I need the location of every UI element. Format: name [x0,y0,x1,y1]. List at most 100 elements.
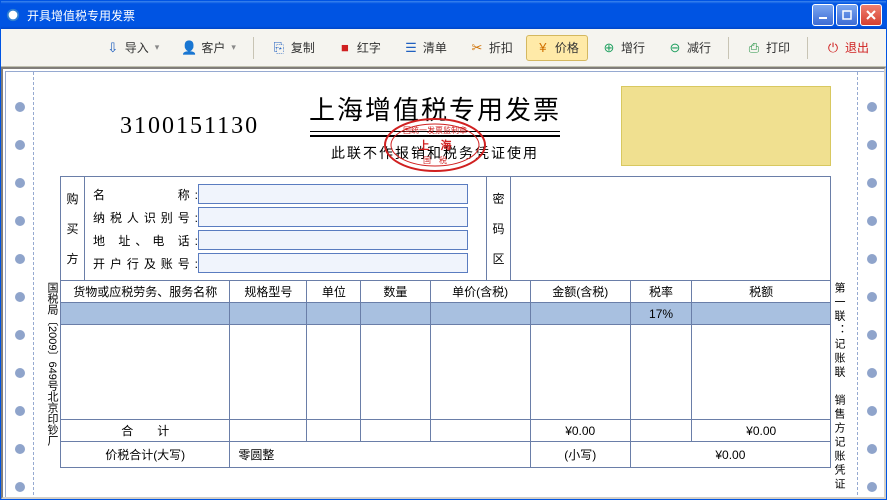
buyer-section: 购买方 名 称: 纳税人识别号: 地 址、电 话: 开户行及账号: 密码区 [60,176,831,281]
buyer-taxid-input[interactable] [198,207,468,227]
yellow-stamp-area [621,86,831,166]
window-title: 开具增值税专用发票 [27,7,812,24]
list-icon: ☰ [403,40,419,56]
buyer-section-label: 购买方 [61,177,85,280]
copy-label: 复制 [291,39,315,56]
header-center: 上海增值税专用发票 此联不作报销和税务凭证使用 国统一发票监制章 上 海 国 税 [259,90,611,163]
cell-spec[interactable] [230,303,307,325]
maximize-button[interactable] [836,4,858,26]
window-buttons [812,4,882,26]
print-button[interactable]: ⎙打印 [737,35,799,61]
cell-amount[interactable] [530,303,630,325]
close-button[interactable] [860,4,882,26]
addrow-button[interactable]: ⊕增行 [592,35,654,61]
separator [253,37,254,59]
table-blank-area[interactable] [61,325,831,420]
cell-name[interactable] [61,303,230,325]
list-button[interactable]: ☰清单 [394,35,456,61]
chevron-down-icon: ▾ [231,42,236,53]
exit-label: 退出 [845,39,869,56]
sprocket-right [857,72,885,499]
th-price: 单价(含税) [430,281,530,303]
cell-rate[interactable]: 17% [630,303,692,325]
table-capital-row: 价税合计(大写) 零圆整 (小写) ¥0.00 [61,442,831,468]
price-label: 价格 [555,39,579,56]
password-section-label: 密码区 [486,177,510,280]
buyer-bank-input[interactable] [198,253,468,273]
exit-button[interactable]: ⏻退出 [816,35,878,61]
delrow-icon: ⊖ [667,40,683,56]
red-label: 红字 [357,39,381,56]
items-table: 货物或应税劳务、服务名称 规格型号 单位 数量 单价(含税) 金额(含税) 税率… [60,280,831,468]
list-label: 清单 [423,39,447,56]
small-value: ¥0.00 [630,442,830,468]
table-sum-row: 合 计 ¥0.00 ¥0.00 [61,420,831,442]
separator [728,37,729,59]
price-button[interactable]: ¥价格 [526,35,588,61]
cell-qty[interactable] [361,303,430,325]
cell-price[interactable] [430,303,530,325]
buyer-taxid-label: 纳税人识别号: [93,209,198,226]
cap-label: 价税合计(大写) [61,442,230,468]
buyer-addr-input[interactable] [198,230,468,250]
discount-button[interactable]: ✂折扣 [460,35,522,61]
copy-icon: ⎘ [271,40,287,56]
red-icon: ■ [337,40,353,56]
buyer-name-input[interactable] [198,184,468,204]
th-rate: 税率 [630,281,692,303]
sum-label: 合 计 [61,420,230,442]
addrow-icon: ⊕ [601,40,617,56]
discount-icon: ✂ [469,40,485,56]
sum-amount: ¥0.00 [530,420,630,442]
addrow-label: 增行 [621,39,645,56]
buyer-fields: 名 称: 纳税人识别号: 地 址、电 话: 开户行及账号: [85,177,486,280]
invoice-number: 3100151130 [120,113,259,140]
delrow-button[interactable]: ⊖减行 [658,35,720,61]
titlebar: 开具增值税专用发票 [1,1,886,29]
content-area[interactable]: 国税局〔2009〕649号北京印钞厂 第一联：记账联 销售方记账凭证 31001… [1,67,886,499]
cell-unit[interactable] [307,303,361,325]
small-label: (小写) [530,442,630,468]
toolbar: ⇩导入 ▾ 👤客户 ▾ ⎘复制 ■红字 ☰清单 ✂折扣 ¥价格 ⊕增行 ⊖减行 ⎙打… [1,29,886,67]
th-qty: 数量 [361,281,430,303]
power-icon: ⏻ [825,40,841,56]
import-icon: ⇩ [105,40,121,56]
table-header-row: 货物或应税劳务、服务名称 规格型号 单位 数量 单价(含税) 金额(含税) 税率… [61,281,831,303]
app-icon [5,7,21,23]
price-icon: ¥ [535,40,551,56]
discount-label: 折扣 [489,39,513,56]
customer-label: 客户 [201,39,225,56]
invoice-paper: 国税局〔2009〕649号北京印钞厂 第一联：记账联 销售方记账凭证 31001… [5,71,886,499]
cell-tax[interactable] [692,303,831,325]
invoice-subtitle: 此联不作报销和税务凭证使用 [259,143,611,163]
buyer-name-label: 名 称: [93,186,198,203]
red-button[interactable]: ■红字 [328,35,390,61]
buyer-bank-label: 开户行及账号: [93,255,198,272]
import-label: 导入 [125,39,149,56]
invoice-title: 上海增值税专用发票 [259,90,611,127]
title-underline [310,131,560,137]
th-name: 货物或应税劳务、服务名称 [61,281,230,303]
delrow-label: 减行 [687,39,711,56]
th-unit: 单位 [307,281,361,303]
sprocket-left [6,72,34,499]
cap-value: 零圆整 [230,442,530,468]
app-window: 开具增值税专用发票 ⇩导入 ▾ 👤客户 ▾ ⎘复制 ■红字 ☰清单 ✂折扣 ¥价格 … [0,0,887,500]
sum-tax: ¥0.00 [692,420,831,442]
th-amount: 金额(含税) [530,281,630,303]
table-row-selected[interactable]: 17% [61,303,831,325]
print-icon: ⎙ [746,40,762,56]
password-area [510,177,830,280]
th-spec: 规格型号 [230,281,307,303]
copy-button[interactable]: ⎘复制 [262,35,324,61]
print-label: 打印 [766,39,790,56]
invoice-header: 3100151130 上海增值税专用发票 此联不作报销和税务凭证使用 国统一发票… [60,86,831,166]
minimize-button[interactable] [812,4,834,26]
customer-button[interactable]: 👤客户 ▾ [172,35,245,61]
buyer-addr-label: 地 址、电 话: [93,232,198,249]
separator [807,37,808,59]
th-tax: 税额 [692,281,831,303]
person-icon: 👤 [181,40,197,56]
import-button[interactable]: ⇩导入 ▾ [96,35,169,61]
chevron-down-icon: ▾ [155,42,160,53]
